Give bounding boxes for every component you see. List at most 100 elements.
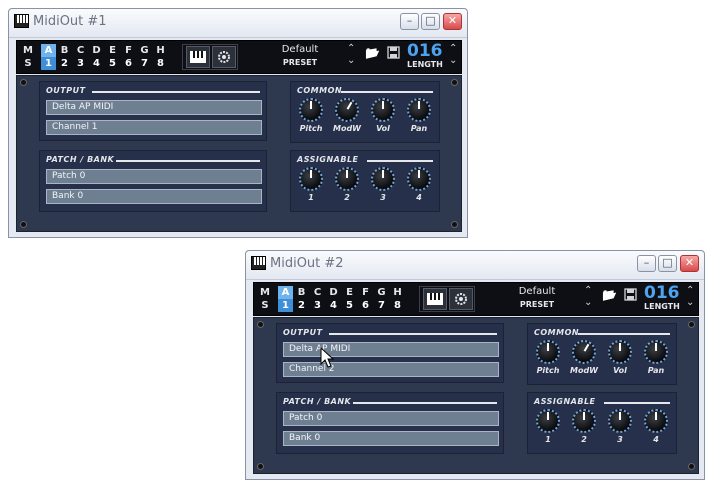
slot-g-button[interactable]: G7 <box>374 286 389 312</box>
settings-button[interactable] <box>449 288 473 310</box>
screw-icon <box>688 463 695 470</box>
window-title: MidiOut #1 <box>33 14 107 29</box>
knob-assign-3[interactable] <box>608 409 632 433</box>
knob-assign-4[interactable] <box>407 167 431 191</box>
save-icon[interactable] <box>624 288 637 305</box>
slot-c-button[interactable]: C3 <box>73 44 88 70</box>
bank-field[interactable]: Bank 0 <box>283 431 499 446</box>
slot-e-button[interactable]: E5 <box>105 44 120 70</box>
slot-a-button[interactable]: A1 <box>41 44 56 70</box>
length-label: LENGTH <box>644 302 680 311</box>
knob-modw[interactable] <box>330 93 364 127</box>
minimize-button[interactable]: – <box>637 255 656 272</box>
knob-assign-2[interactable] <box>335 167 359 191</box>
slot-letter: H <box>156 45 165 56</box>
slot-number: 3 <box>77 58 84 69</box>
slot-e-button[interactable]: E5 <box>342 286 357 312</box>
patch-field[interactable]: Patch 0 <box>283 411 499 426</box>
slot-letter: H <box>393 287 402 298</box>
knob-pitch[interactable] <box>299 98 323 122</box>
slot-h-button[interactable]: H8 <box>153 44 168 70</box>
output-heading: OUTPUT <box>283 328 323 337</box>
knob-assign-3[interactable] <box>371 167 395 191</box>
slot-d-button[interactable]: D4 <box>326 286 341 312</box>
assignable-group: ASSIGNABLE 1 2 3 4 <box>527 392 677 454</box>
save-icon[interactable] <box>387 46 400 63</box>
length-arrows[interactable]: ⌃ ⌄ <box>686 285 694 309</box>
preset-name[interactable]: Default <box>492 286 582 297</box>
minimize-button[interactable]: – <box>400 13 419 30</box>
slot-letter: E <box>109 45 116 56</box>
slot-g-button[interactable]: G7 <box>137 44 152 70</box>
maximize-button[interactable]: □ <box>658 255 677 272</box>
keyboard-button[interactable] <box>423 288 447 310</box>
patch-bank-group: PATCH / BANK Patch 0 Bank 0 <box>276 392 504 454</box>
screw-icon <box>451 221 458 228</box>
knob-assign-4[interactable] <box>644 409 668 433</box>
preset-arrows[interactable]: ⌃ ⌄ <box>347 43 355 67</box>
slot-c-button[interactable]: C3 <box>310 286 325 312</box>
slot-letter: F <box>125 45 132 56</box>
solo-button[interactable]: S <box>21 57 35 70</box>
slot-b-button[interactable]: B2 <box>57 44 72 70</box>
maximize-button[interactable]: □ <box>421 13 440 30</box>
slot-f-button[interactable]: F6 <box>358 286 373 312</box>
knob-label: ModW <box>569 366 598 375</box>
slot-letter: B <box>60 45 69 56</box>
mute-button[interactable]: M <box>21 44 35 57</box>
patch-field[interactable]: Patch 0 <box>46 169 262 184</box>
output-device-field[interactable]: Delta AP MIDI <box>283 342 499 357</box>
slot-b-button[interactable]: B2 <box>294 286 309 312</box>
slot-d-button[interactable]: D4 <box>89 44 104 70</box>
knob-pitch[interactable] <box>536 340 560 364</box>
solo-button[interactable]: S <box>258 299 272 312</box>
knob-modw[interactable] <box>567 335 601 369</box>
knob-assign-2[interactable] <box>572 409 596 433</box>
preset-section: Default PRESET ⌃ ⌄ 📂 016 LENGTH ⌃ ⌄ <box>247 41 461 72</box>
knob-label: 2 <box>581 435 587 444</box>
output-device-field[interactable]: Delta AP MIDI <box>46 100 262 115</box>
output-channel-field[interactable]: Channel 1 <box>46 120 262 135</box>
settings-button[interactable] <box>212 46 236 68</box>
output-channel-field[interactable]: Channel 2 <box>283 362 499 377</box>
slot-f-button[interactable]: F6 <box>121 44 136 70</box>
preset-arrows[interactable]: ⌃ ⌄ <box>584 285 592 309</box>
knob-label: Pitch <box>299 124 323 133</box>
length-arrows[interactable]: ⌃ ⌄ <box>449 43 457 67</box>
heading-rule <box>329 333 497 335</box>
slot-letter: G <box>377 287 386 298</box>
slot-h-button[interactable]: H8 <box>390 286 405 312</box>
title-bar: MidiOut #2 – □ ✕ <box>246 251 704 280</box>
bank-field[interactable]: Bank 0 <box>46 189 262 204</box>
patch-bank-heading: PATCH / BANK <box>46 155 115 164</box>
slot-number: 3 <box>314 300 321 311</box>
folder-open-icon[interactable]: 📂 <box>602 288 617 302</box>
knob-vol[interactable] <box>371 98 395 122</box>
knob-label: Pan <box>410 124 428 133</box>
folder-open-icon[interactable]: 📂 <box>365 46 380 60</box>
heading-rule <box>578 333 670 335</box>
screw-icon <box>257 463 264 470</box>
slot-letter: G <box>140 45 149 56</box>
close-button[interactable]: ✕ <box>680 255 699 272</box>
close-button[interactable]: ✕ <box>443 13 462 30</box>
knob-vol[interactable] <box>608 340 632 364</box>
keyboard-button[interactable] <box>186 46 210 68</box>
knob-label: Pan <box>647 366 665 375</box>
preset-name[interactable]: Default <box>255 44 345 55</box>
knob-pan[interactable] <box>644 340 668 364</box>
length-value[interactable]: 016 <box>644 283 680 303</box>
knob-assign-1[interactable] <box>299 167 323 191</box>
slot-a-button[interactable]: A1 <box>278 286 293 312</box>
mute-button[interactable]: M <box>258 286 272 299</box>
knob-label: ModW <box>332 124 361 133</box>
knob-pan[interactable] <box>407 98 431 122</box>
midiout-window-2: MidiOut #2– □ ✕ M S A 1 B 2 C 3 D 4 E 5 F 6 G 7 H 8 Default PR… <box>245 250 705 480</box>
mute-solo-group: MS <box>258 286 272 312</box>
common-heading: COMMON <box>297 86 343 95</box>
slot-number: 1 <box>282 300 289 311</box>
length-value[interactable]: 016 <box>407 41 443 61</box>
gear-icon <box>218 51 230 63</box>
knob-assign-1[interactable] <box>536 409 560 433</box>
slot-letter: C <box>76 45 85 56</box>
